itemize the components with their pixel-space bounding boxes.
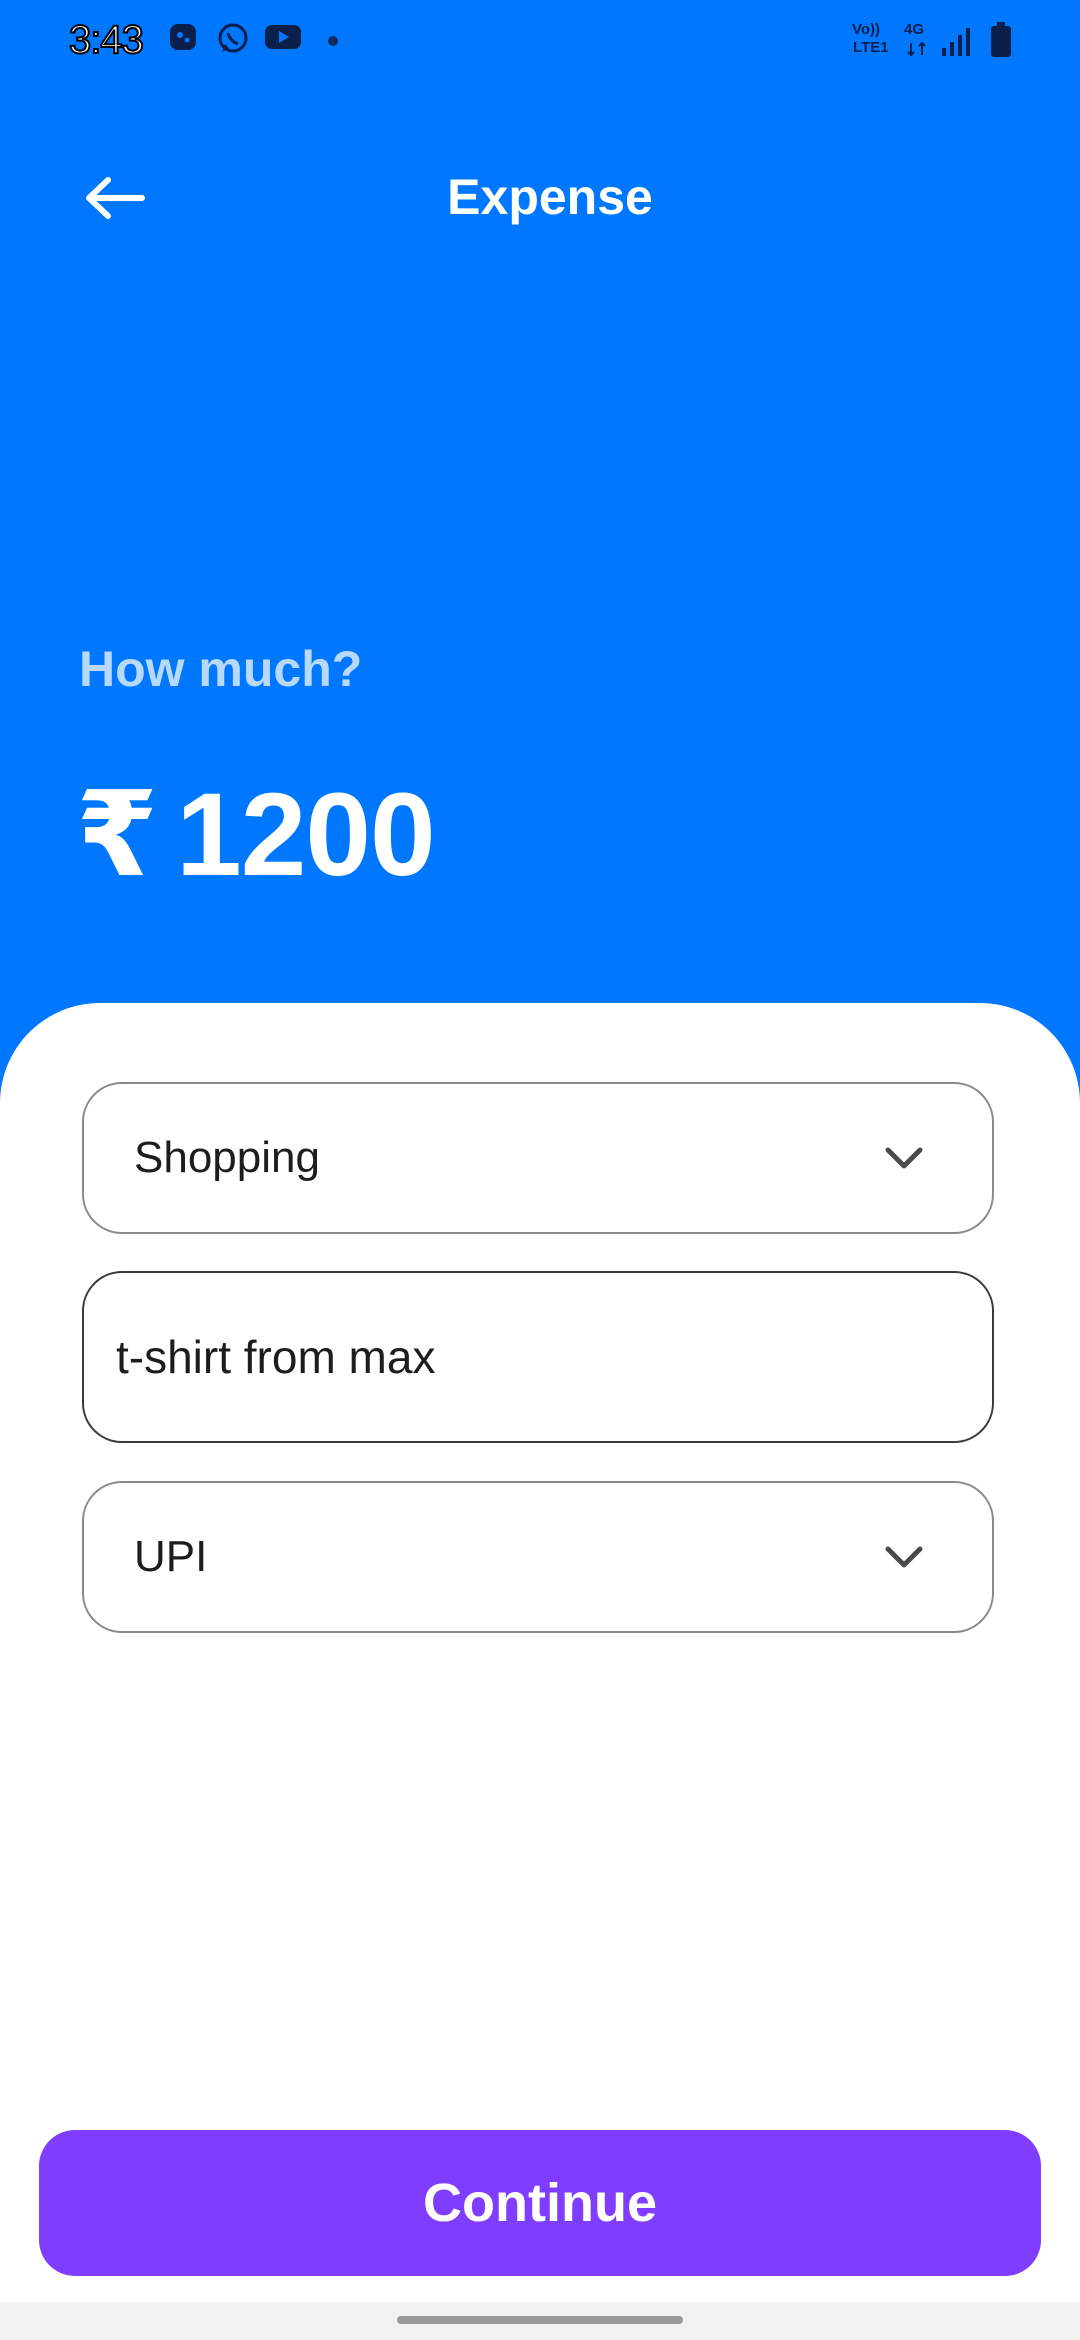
signal-icon [940, 26, 974, 63]
currency-symbol: ₹ [76, 769, 159, 901]
category-dropdown[interactable]: Shopping [82, 1082, 994, 1234]
home-indicator[interactable] [397, 2316, 683, 2324]
chevron-down-icon [884, 1539, 924, 1575]
amount-prompt: How much? [79, 641, 363, 697]
game-icon [168, 22, 198, 57]
lte-label: LTE1 [853, 39, 889, 56]
page-title: Expense [447, 169, 653, 225]
youtube-icon [264, 22, 302, 57]
continue-button[interactable]: Continue [39, 2130, 1041, 2276]
chevron-down-icon [884, 1140, 924, 1176]
description-field[interactable] [82, 1271, 994, 1443]
whatsapp-icon [216, 22, 250, 61]
category-selected: Shopping [134, 1133, 320, 1182]
4g-label: 4G [904, 21, 925, 38]
notification-dot [328, 36, 338, 46]
status-time: 3:43 [68, 17, 145, 63]
amount-display[interactable]: ₹ 1200 [76, 769, 436, 901]
description-input[interactable] [114, 1329, 968, 1385]
battery-icon [990, 22, 1012, 63]
volte-label: Vo)) [852, 21, 881, 38]
amount-value: 1200 [176, 769, 436, 901]
payment-method-dropdown[interactable]: UPI [82, 1481, 994, 1633]
data-arrows-icon [906, 41, 928, 61]
payment-method-selected: UPI [134, 1532, 208, 1581]
